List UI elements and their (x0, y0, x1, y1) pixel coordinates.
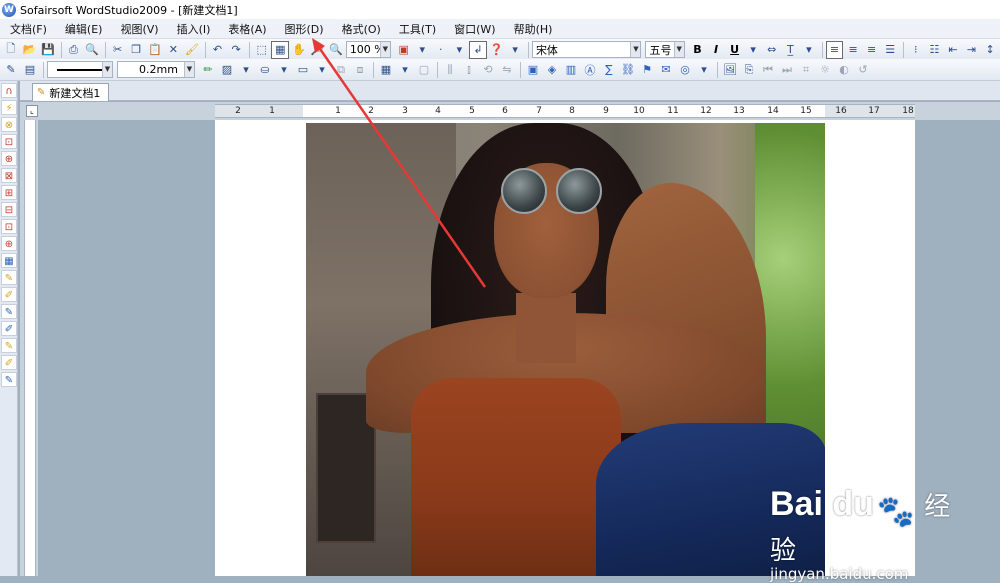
annotation-arrow-head (312, 38, 325, 53)
annotation-arrow-line (316, 45, 487, 288)
annotation-arrow (312, 38, 487, 288)
